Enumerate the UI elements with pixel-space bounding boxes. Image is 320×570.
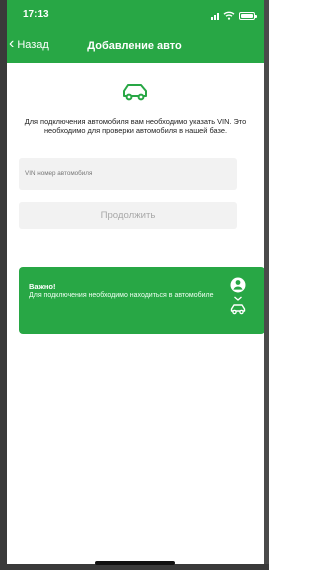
- wifi-icon: [223, 11, 235, 20]
- vin-placeholder: VIN номер автомобиля: [25, 170, 93, 177]
- home-indicator: [95, 561, 175, 565]
- notice-title: Важно!: [29, 282, 56, 291]
- device-frame-right: [264, 0, 269, 570]
- system-icons: [211, 10, 257, 20]
- person-icon: [230, 277, 246, 293]
- car-icon: [230, 304, 246, 315]
- nav-bar: ‹ Назад Добавление авто: [0, 36, 269, 60]
- vin-input[interactable]: VIN номер автомобиля: [19, 158, 237, 190]
- intro-text: Для подключения автомобиля вам необходим…: [24, 117, 247, 136]
- device-frame-left: [0, 0, 7, 570]
- chevron-down-icon: [234, 296, 242, 301]
- page-title: Добавление авто: [87, 40, 182, 52]
- notice-card: Важно! Для подключения необходимо находи…: [19, 267, 265, 334]
- status-time: 17:13: [23, 9, 49, 20]
- signal-icon: [211, 12, 219, 20]
- person-car-icon: [230, 277, 246, 315]
- continue-button[interactable]: Продолжить: [19, 202, 237, 229]
- status-bar: 17:13: [0, 0, 269, 30]
- app-header: 17:13 ‹ Назад Добавление авто: [0, 0, 269, 63]
- battery-icon: [239, 12, 257, 20]
- notice-text: Для подключения необходимо находиться в …: [29, 292, 214, 299]
- car-icon: [123, 84, 147, 101]
